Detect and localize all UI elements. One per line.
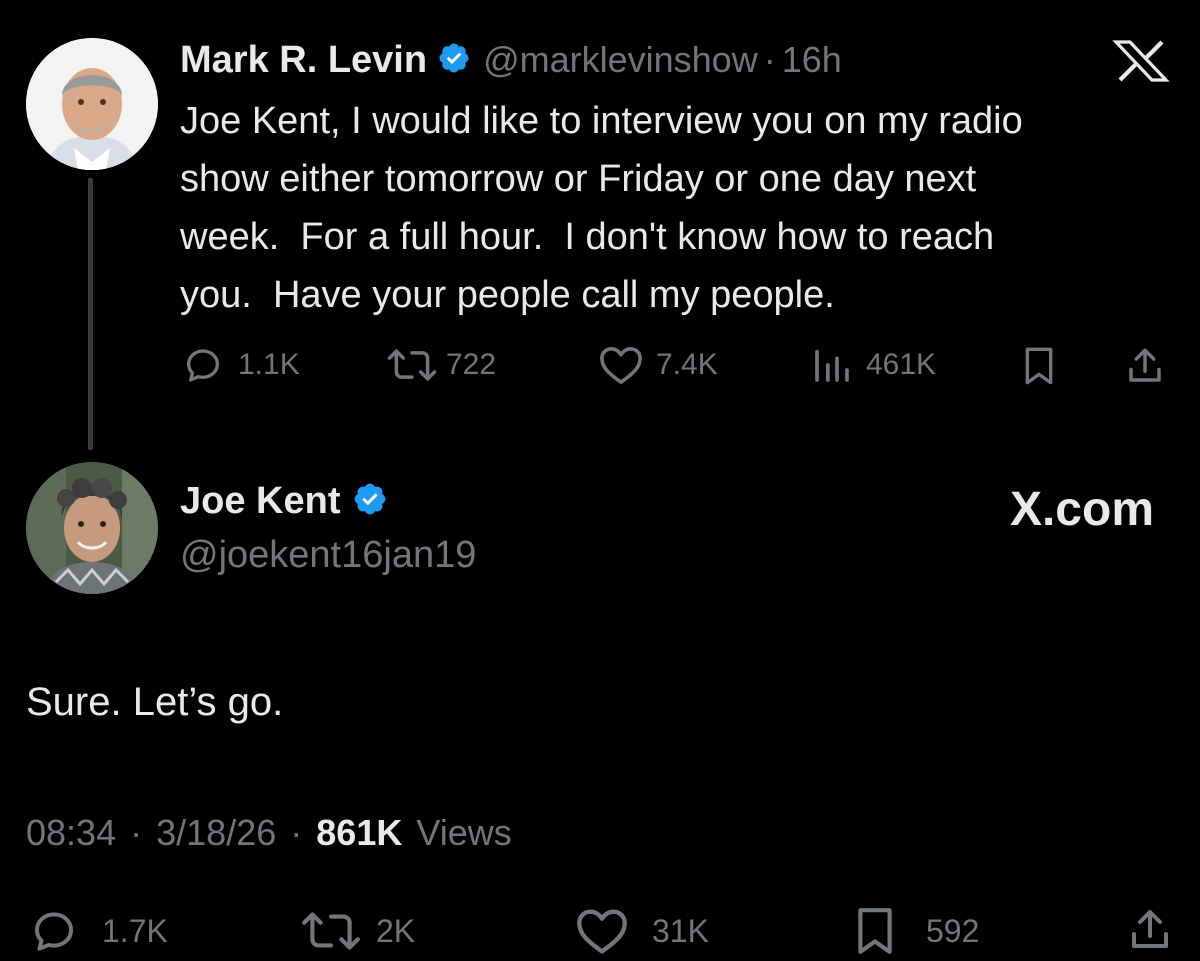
avatar-joe-kent-image <box>26 462 158 594</box>
views-icon <box>812 344 852 386</box>
reply-author-handle[interactable]: @joekent16jan19 <box>180 534 476 577</box>
reply-views-count: 861K <box>316 812 403 853</box>
views-button[interactable]: 461K <box>812 344 936 386</box>
reply-count: 1.1K <box>238 348 300 381</box>
like-count: 31K <box>652 912 709 949</box>
share-button[interactable] <box>1124 344 1166 393</box>
author-handle[interactable]: @marklevinshow <box>483 39 758 81</box>
like-icon <box>574 906 630 956</box>
repost-icon <box>300 906 362 956</box>
repost-button[interactable]: 2K <box>300 906 415 956</box>
tweet-time[interactable]: 16h <box>782 39 842 81</box>
repost-button[interactable]: 722 <box>386 344 496 386</box>
share-icon <box>1126 910 1174 960</box>
avatar-joe-kent[interactable] <box>26 462 158 594</box>
bookmark-button[interactable] <box>1020 346 1058 391</box>
reply-button[interactable]: 1.1K <box>182 344 300 386</box>
reply-count: 1.7K <box>102 912 168 949</box>
tweet-text: Joe Kent, I would like to interview you … <box>180 100 1023 316</box>
views-count: 461K <box>866 348 937 381</box>
repost-count: 2K <box>376 912 416 949</box>
reply-tweet-text: Sure. Let’s go. <box>26 680 284 724</box>
like-button[interactable]: 7.4K <box>598 344 718 386</box>
reply-button[interactable]: 1.7K <box>26 906 168 956</box>
avatar-mark-levin-image <box>26 38 158 170</box>
x-com-watermark: X.com <box>1009 483 1154 536</box>
like-icon <box>598 344 644 386</box>
reply-icon <box>26 906 82 956</box>
author-name[interactable]: Mark R. Levin <box>180 39 427 82</box>
reply-author-name[interactable]: Joe Kent <box>180 480 340 523</box>
bookmark-icon <box>1020 347 1058 390</box>
bookmark-icon <box>852 906 898 956</box>
like-count: 7.4K <box>656 348 718 381</box>
share-icon <box>1124 348 1166 392</box>
thread-connector-line <box>88 178 93 450</box>
repost-count: 722 <box>446 348 497 381</box>
reply-icon <box>182 344 224 386</box>
share-button[interactable] <box>1126 904 1174 961</box>
reply-views-label: Views <box>416 812 512 853</box>
verified-badge-icon <box>352 481 388 522</box>
repost-icon <box>386 344 438 386</box>
meta-separator: · <box>290 812 303 853</box>
verified-badge-icon <box>437 41 471 80</box>
meta-separator: · <box>763 39 776 80</box>
avatar-mark-levin[interactable] <box>26 38 158 170</box>
bookmark-count: 592 <box>926 912 980 949</box>
reply-time[interactable]: 08:34 <box>26 812 116 853</box>
reply-date[interactable]: 3/18/26 <box>156 812 276 853</box>
x-logo-icon <box>1112 40 1170 87</box>
bookmark-button[interactable]: 592 <box>852 906 979 956</box>
like-button[interactable]: 31K <box>574 906 709 956</box>
meta-separator: · <box>130 812 143 853</box>
